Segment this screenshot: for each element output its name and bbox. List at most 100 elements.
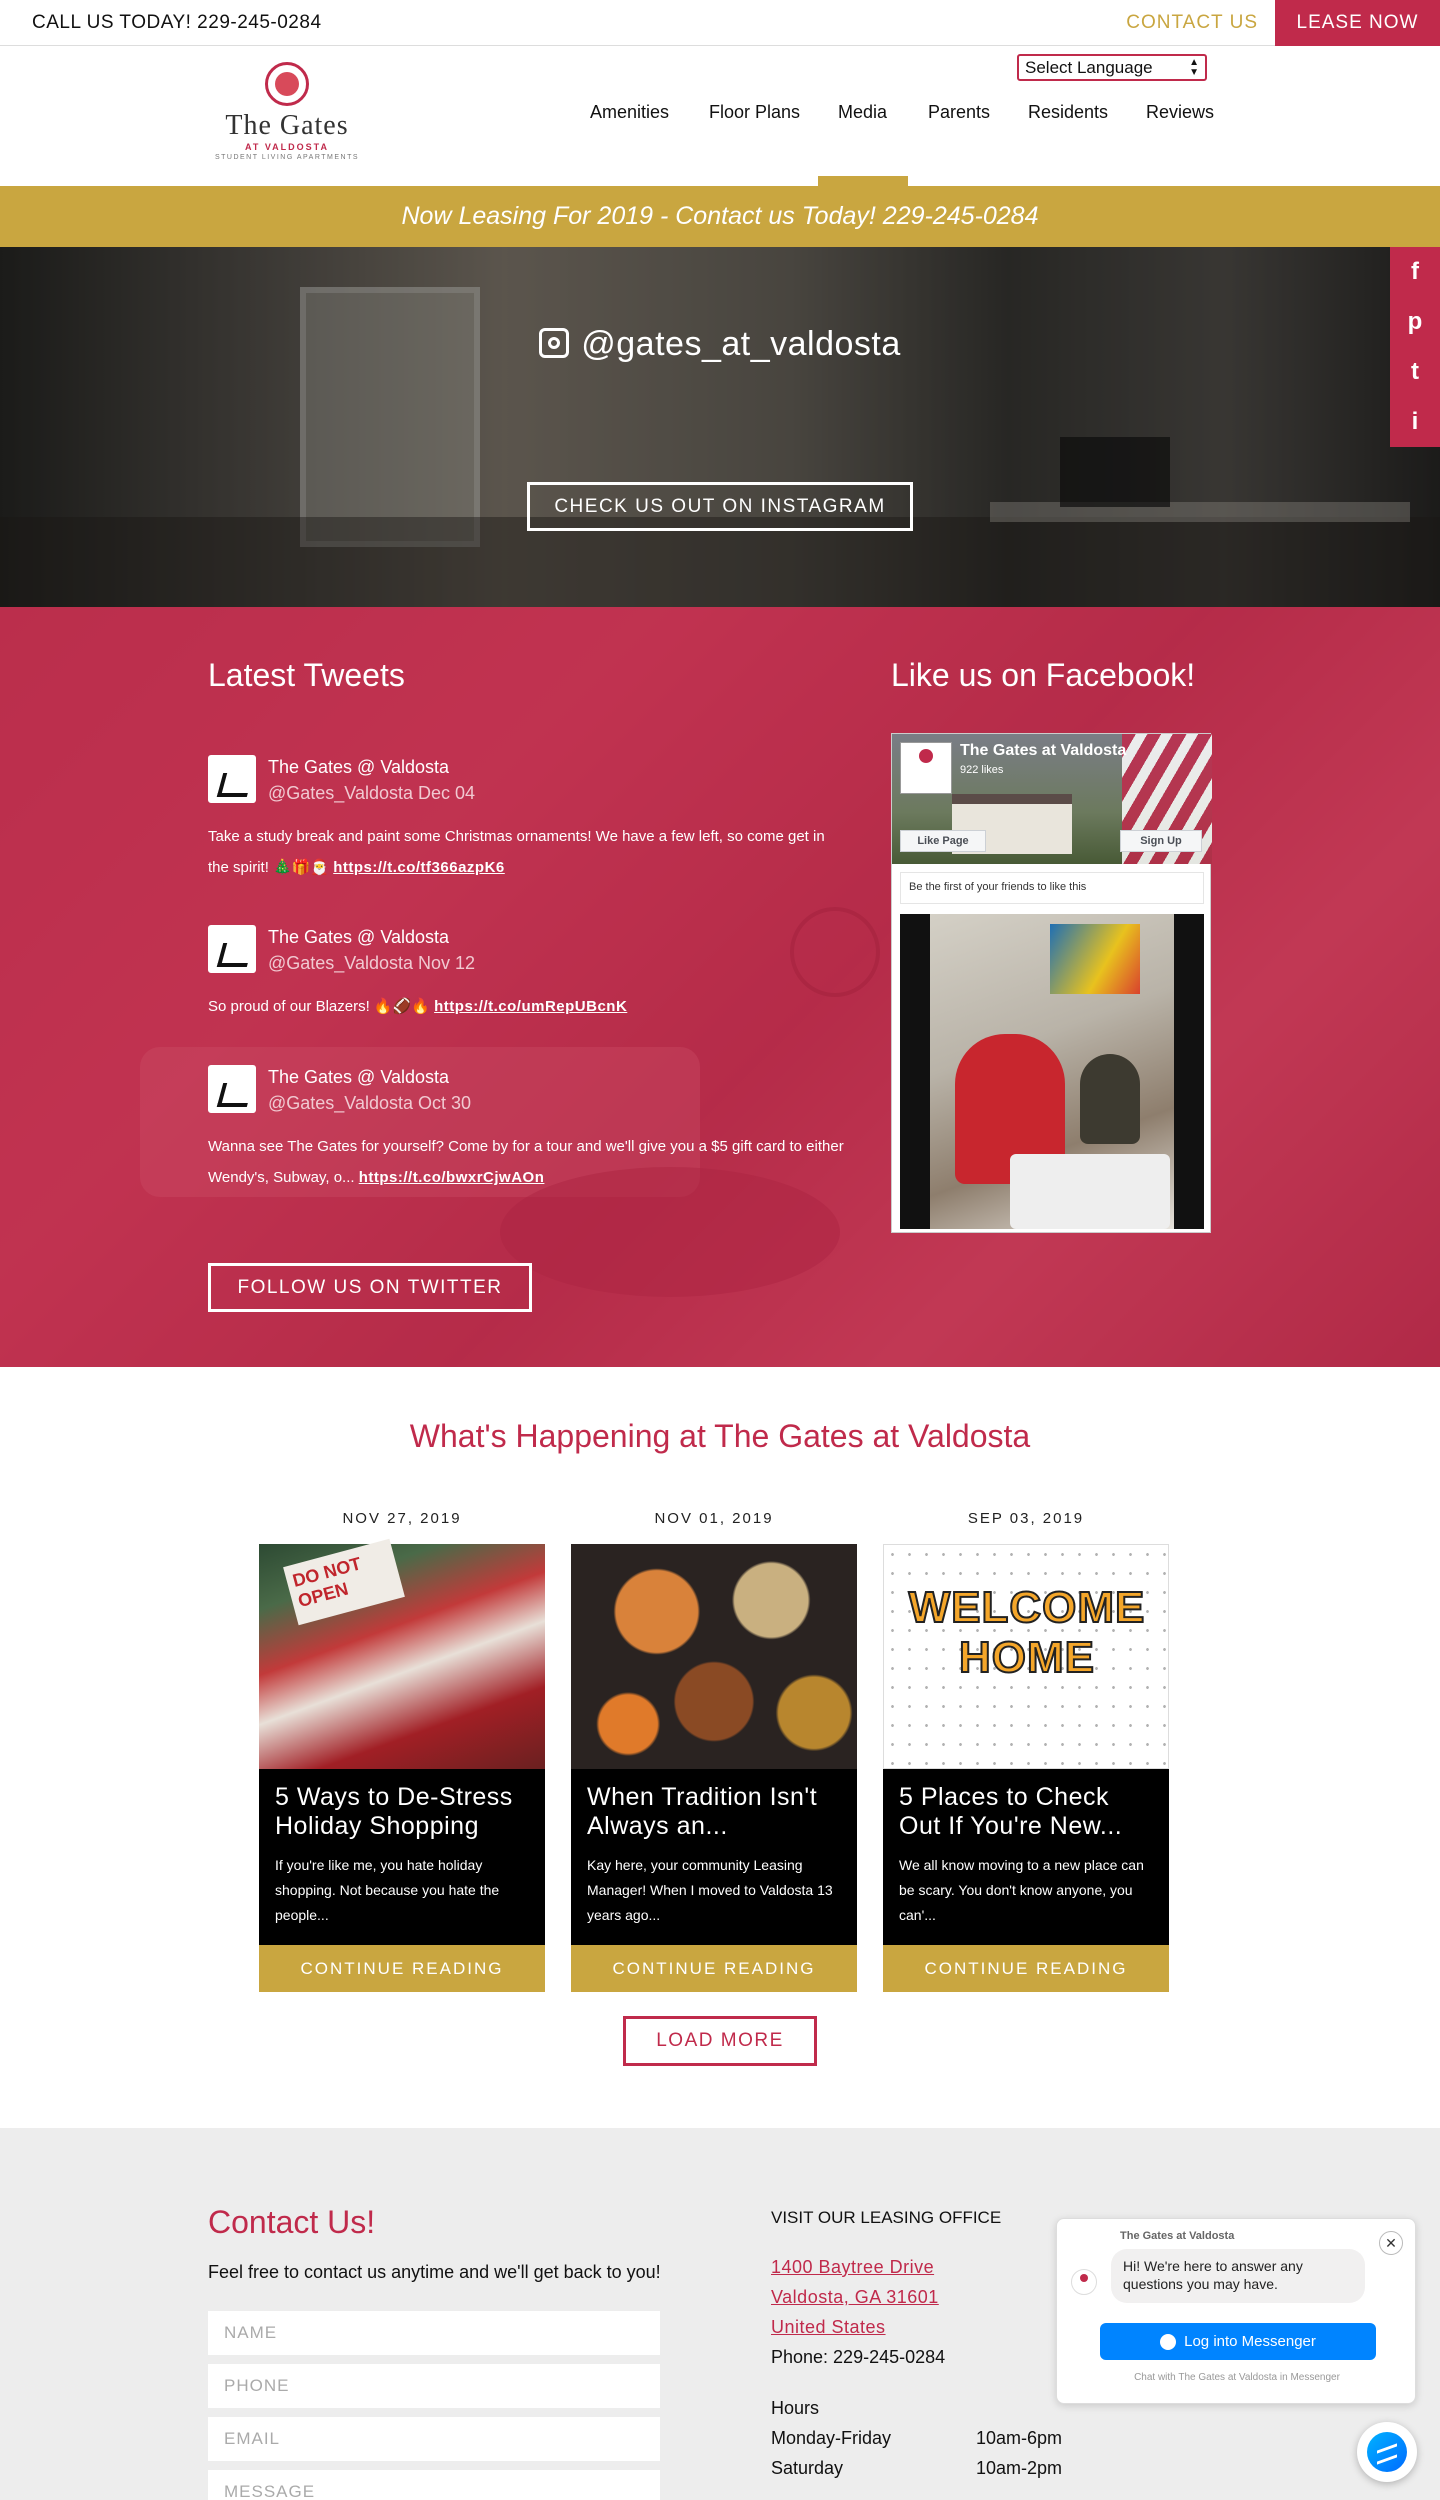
address-line[interactable]: 1400 Baytree Drive [771, 2257, 934, 2278]
messenger-popup: The Gates at Valdosta Hi! We're here to … [1056, 2218, 1416, 2404]
facebook-icon[interactable]: f [1390, 247, 1440, 297]
facebook-title: Like us on Facebook! [891, 657, 1196, 693]
blog-section-title: What's Happening at The Gates at Valdost… [409, 1418, 1031, 1454]
tweet-avatar[interactable] [208, 755, 256, 803]
instagram-hero: @gates_at_valdosta CHECK US OUT ON INSTA… [0, 247, 1440, 607]
facebook-signup-label: Sign Up [1140, 835, 1182, 847]
address-line[interactable]: Valdosta, GA 31601 [771, 2287, 939, 2308]
contact-intro: Feel free to contact us anytime and we'l… [208, 2262, 661, 2282]
continue-reading-button[interactable]: CONTINUE READING [571, 1945, 857, 1992]
logo-tagline: STUDENT LIVING APARTMENTS [214, 154, 360, 161]
facebook-signup-button[interactable]: Sign Up [1120, 830, 1202, 852]
nav-floor-plans[interactable]: Floor Plans [709, 102, 800, 123]
instagram-icon[interactable]: i [1390, 397, 1440, 447]
language-select[interactable]: Select Language ▲ ▼ [1017, 54, 1207, 81]
blog-title[interactable]: 5 Places to Check Out If You're New... [899, 1783, 1153, 1841]
blog-date: NOV 01, 2019 [654, 1510, 774, 1527]
instagram-handle: @gates_at_valdosta [0, 325, 1440, 364]
messenger-greeting: Hi! We're here to answer any questions y… [1111, 2249, 1365, 2303]
pinterest-icon[interactable]: p [1390, 297, 1440, 347]
blog-image[interactable]: WELCOME HOME [883, 1544, 1169, 1769]
tweet-link[interactable]: https://t.co/bwxrCjwAOn [359, 1169, 545, 1186]
twitter-icon[interactable]: t [1390, 347, 1440, 397]
name-field[interactable]: NAME [208, 2311, 660, 2355]
tweet-author[interactable]: The Gates @ Valdosta [268, 927, 449, 948]
tweet-author[interactable]: The Gates @ Valdosta [268, 757, 449, 778]
tweet-handle-date: @Gates_Valdosta Dec 04 [268, 783, 476, 803]
nav-amenities[interactable]: Amenities [590, 102, 669, 123]
messenger-login-label: Log into Messenger [1184, 2333, 1316, 2350]
address-line[interactable]: United States [771, 2317, 886, 2338]
phone-field[interactable]: PHONE [208, 2364, 660, 2408]
hours-days: Saturday [771, 2458, 844, 2478]
tweet-link[interactable]: https://t.co/tf366azpK6 [333, 859, 505, 876]
blog-card-body: 5 Places to Check Out If You're New... W… [883, 1769, 1169, 1945]
hours-row: Saturday 10am-2pm [771, 2458, 1062, 2479]
load-more-button[interactable]: LOAD MORE [623, 2016, 817, 2066]
post-photo-table [1010, 1154, 1170, 1229]
tweet-author[interactable]: The Gates @ Valdosta [268, 1067, 449, 1088]
blog-image-text: WELCOME HOME [908, 1582, 1146, 1683]
hours-row: Monday-Friday 10am-6pm [771, 2428, 1062, 2449]
facebook-friends-text: Be the first of your friends to like thi… [900, 872, 1204, 904]
instagram-icon [539, 328, 570, 358]
continue-reading-button[interactable]: CONTINUE READING [259, 1945, 545, 1992]
facebook-like-button[interactable]: Like Page [900, 830, 986, 852]
nav-reviews[interactable]: Reviews [1146, 102, 1214, 123]
blog-title[interactable]: 5 Ways to De-Stress Holiday Shopping [275, 1783, 529, 1841]
instagram-handle-text: @gates_at_valdosta [581, 325, 901, 363]
hero-shade [0, 247, 1440, 607]
close-icon[interactable]: ✕ [1379, 2231, 1403, 2255]
lease-now-button[interactable]: LEASE NOW [1275, 0, 1440, 46]
blog-card-body: 5 Ways to De-Stress Holiday Shopping If … [259, 1769, 545, 1945]
blog-card: NOV 27, 2019 DO NOT OPEN 5 Ways to De-St… [259, 1510, 545, 1992]
blog-title[interactable]: When Tradition Isn't Always an... [587, 1783, 841, 1841]
tweet-text: Take a study break and paint some Christ… [208, 821, 848, 883]
blog-excerpt: If you're like me, you hate holiday shop… [275, 1857, 500, 1923]
blog-date: SEP 03, 2019 [967, 1510, 1085, 1527]
tweet-handle-date: @Gates_Valdosta Nov 12 [268, 953, 476, 973]
messenger-icon [1367, 2432, 1407, 2472]
blog-card: NOV 01, 2019 When Tradition Isn't Always… [571, 1510, 857, 1992]
tweet-text: So proud of our Blazers! 🔥🏈🔥 https://t.c… [208, 991, 848, 1022]
blog-excerpt: We all know moving to a new place can be… [899, 1857, 1144, 1923]
facebook-like-label: Like Page [917, 835, 969, 847]
tweet-avatar[interactable] [208, 925, 256, 973]
blog-date: NOV 27, 2019 [342, 1510, 462, 1527]
language-select-value: Select Language [1025, 58, 1153, 77]
site-logo[interactable]: The Gates AT VALDOSTA STUDENT LIVING APA… [212, 62, 362, 172]
latest-tweets-title: Latest Tweets [208, 657, 405, 693]
facebook-post-image[interactable] [900, 914, 1204, 1229]
post-photo-artwork [1050, 924, 1140, 994]
contact-us-link[interactable]: CONTACT US [1126, 12, 1258, 34]
nav-parents[interactable]: Parents [928, 102, 990, 123]
facebook-page-avatar[interactable] [900, 742, 952, 794]
tweet-link[interactable]: https://t.co/umRepUBcnK [434, 998, 627, 1015]
continue-reading-button[interactable]: CONTINUE READING [883, 1945, 1169, 1992]
tweet-avatar[interactable] [208, 1065, 256, 1113]
blog-image[interactable] [571, 1544, 857, 1769]
hours-time: 10am-6pm [976, 2428, 1063, 2448]
logo-mark-icon [265, 62, 309, 106]
tweet-handle-date: @Gates_Valdosta Oct 30 [268, 1093, 472, 1113]
follow-twitter-button[interactable]: FOLLOW US ON TWITTER [208, 1263, 532, 1312]
messenger-note: Chat with The Gates at Valdosta in Messe… [1134, 2372, 1340, 2383]
email-field[interactable]: EMAIL [208, 2417, 660, 2461]
messenger-launcher[interactable] [1357, 2422, 1417, 2482]
top-bar: CALL US TODAY! 229-245-0284 CONTACT US L… [0, 0, 1440, 46]
nav-residents[interactable]: Residents [1028, 102, 1108, 123]
blog-image[interactable]: DO NOT OPEN [259, 1538, 545, 1769]
instagram-button[interactable]: CHECK US OUT ON INSTAGRAM [527, 482, 913, 531]
messenger-login-button[interactable]: Log into Messenger [1100, 2323, 1376, 2360]
social-sidebar: f p t i [1390, 247, 1440, 447]
social-feed-section: Latest Tweets The Gates @ Valdosta @Gate… [0, 607, 1440, 1367]
nav-active-indicator [818, 176, 908, 186]
facebook-page-name[interactable]: The Gates at Valdosta [960, 742, 1126, 760]
message-field[interactable]: MESSAGE [208, 2470, 660, 2500]
messenger-icon [1160, 2333, 1177, 2350]
hours-days: Monday-Friday [771, 2428, 892, 2448]
nav-media[interactable]: Media [838, 102, 887, 123]
logo-name: The Gates [225, 110, 349, 141]
blog-excerpt: Kay here, your community Leasing Manager… [587, 1857, 833, 1923]
select-arrows-icon: ▲ ▼ [1189, 57, 1199, 78]
